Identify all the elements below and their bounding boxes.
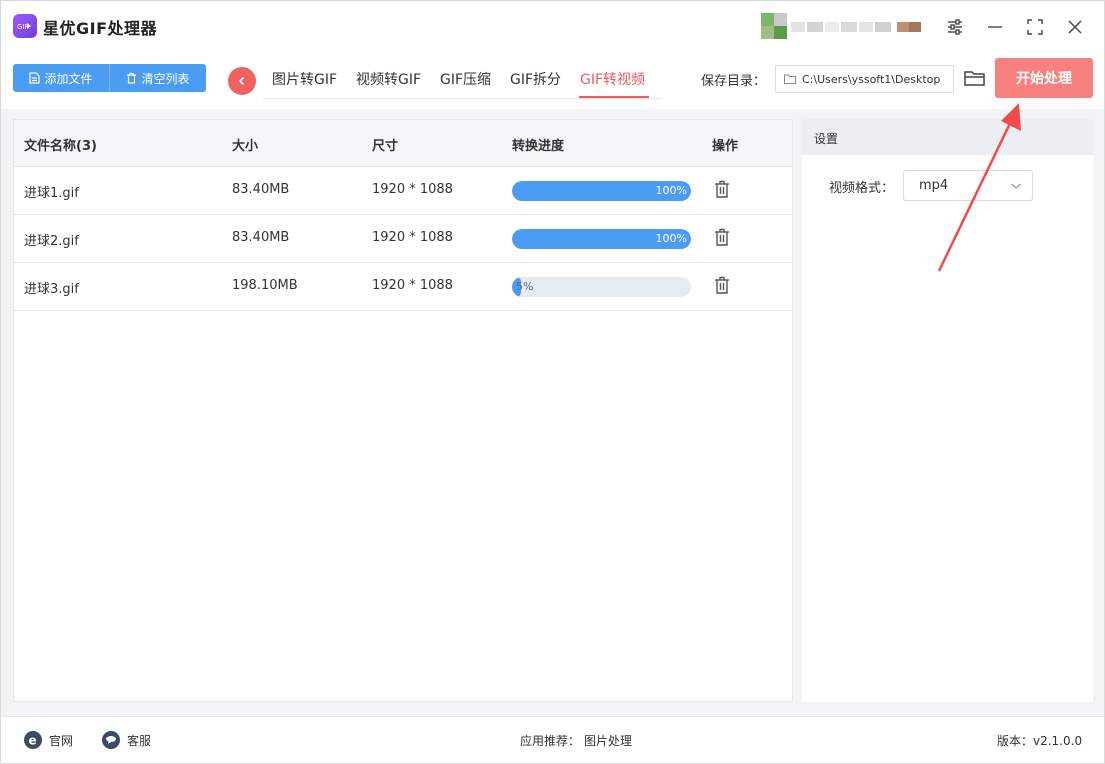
table-row[interactable]: 进球2.gif 83.40MB 1920 * 1088 100% xyxy=(14,215,792,263)
app-window: GIF 星优GIF处理器 添加文件 清空列表 图片转GIF 视频转GIF GIF… xyxy=(0,0,1105,764)
function-tabs: 图片转GIF 视频转GIF GIF压缩 GIF拆分 GIF转视频 xyxy=(263,63,663,99)
save-dir-label: 保存目录： xyxy=(701,74,767,89)
user-avatar[interactable] xyxy=(761,13,787,39)
chevron-left-icon xyxy=(238,76,245,86)
save-path-field[interactable]: C:\Users\yssoft1\Desktop xyxy=(775,65,954,93)
start-processing-button[interactable]: 开始处理 xyxy=(995,58,1093,98)
tab-image-to-gif[interactable]: 图片转GIF xyxy=(272,69,337,89)
maximize-icon[interactable] xyxy=(1021,13,1049,41)
add-file-button[interactable]: 添加文件 xyxy=(13,64,110,92)
minimize-icon[interactable] xyxy=(981,13,1009,41)
clear-list-label: 清空列表 xyxy=(141,71,190,86)
add-file-label: 添加文件 xyxy=(44,71,93,86)
file-name: 进球2.gif xyxy=(24,234,79,249)
folder-small-icon xyxy=(784,74,796,84)
table-row[interactable]: 进球3.gif 198.10MB 1920 * 1088 5% xyxy=(14,263,792,311)
browser-e-icon: e xyxy=(24,731,42,749)
file-dimensions: 1920 * 1088 xyxy=(372,230,453,245)
support-link[interactable]: 客服 xyxy=(101,730,151,750)
progress-label: 100% xyxy=(655,184,687,197)
tab-video-to-gif[interactable]: 视频转GIF xyxy=(356,69,421,89)
header-size: 大小 xyxy=(232,139,259,154)
user-name-blurred xyxy=(791,22,921,32)
settings-title: 设置 xyxy=(814,132,839,146)
tab-gif-compress[interactable]: GIF压缩 xyxy=(440,69,491,89)
delete-trash-icon[interactable] xyxy=(712,275,732,295)
trash-icon xyxy=(127,72,137,84)
file-name: 进球3.gif xyxy=(24,282,79,297)
delete-trash-icon[interactable] xyxy=(712,179,732,199)
active-tab-indicator xyxy=(579,96,649,98)
clear-list-button[interactable]: 清空列表 xyxy=(110,64,206,92)
file-size: 83.40MB xyxy=(232,182,290,197)
close-icon[interactable] xyxy=(1061,13,1089,41)
progress-label: 5% xyxy=(516,280,534,293)
browse-folder-icon[interactable] xyxy=(963,66,987,90)
tabs-scroll-left-button[interactable] xyxy=(228,67,256,95)
svg-text:GIF: GIF xyxy=(17,23,29,31)
recommend-label: 应用推荐： xyxy=(520,734,581,748)
chat-bubble-icon xyxy=(102,731,120,749)
video-format-label: 视频格式： xyxy=(829,181,895,196)
footer-bar: e 官网 客服 应用推荐： 图片处理 版本：v2.1.0.0 xyxy=(1,716,1104,763)
file-icon xyxy=(29,72,41,84)
file-button-group: 添加文件 清空列表 xyxy=(13,64,206,92)
file-dimensions: 1920 * 1088 xyxy=(372,278,453,293)
delete-trash-icon[interactable] xyxy=(712,227,732,247)
website-label: 官网 xyxy=(49,733,74,748)
app-title: 星优GIF处理器 xyxy=(43,19,158,38)
settings-sliders-icon[interactable] xyxy=(941,13,969,41)
table-header: 文件名称(3) 大小 尺寸 转换进度 操作 xyxy=(14,120,792,167)
website-link[interactable]: e 官网 xyxy=(23,730,73,750)
recommend-app-link[interactable]: 图片处理 xyxy=(584,732,632,749)
progress-bar: 100% xyxy=(512,181,691,201)
header-action: 操作 xyxy=(712,139,739,154)
table-row[interactable]: 进球1.gif 83.40MB 1920 * 1088 100% xyxy=(14,167,792,215)
version-label: 版本：v2.1.0.0 xyxy=(997,734,1083,748)
progress-bar: 100% xyxy=(512,229,691,249)
file-size: 198.10MB xyxy=(232,278,298,293)
tab-gif-to-video[interactable]: GIF转视频 xyxy=(580,69,645,89)
svg-text:e: e xyxy=(29,734,37,748)
progress-label: 100% xyxy=(655,232,687,245)
title-bar: GIF 星优GIF处理器 xyxy=(1,1,1104,53)
file-table: 文件名称(3) 大小 尺寸 转换进度 操作 进球1.gif 83.40MB 19… xyxy=(13,119,793,702)
progress-bar: 5% xyxy=(512,277,691,297)
header-filename: 文件名称(3) xyxy=(24,139,97,154)
tab-gif-split[interactable]: GIF拆分 xyxy=(510,69,561,89)
app-logo-icon: GIF xyxy=(13,14,37,38)
header-dimensions: 尺寸 xyxy=(372,139,399,154)
header-progress: 转换进度 xyxy=(512,139,565,154)
annotation-arrow xyxy=(937,103,1021,272)
file-dimensions: 1920 * 1088 xyxy=(372,182,453,197)
save-path-value: C:\Users\yssoft1\Desktop xyxy=(802,72,941,86)
file-size: 83.40MB xyxy=(232,230,290,245)
support-label: 客服 xyxy=(127,733,152,748)
file-name: 进球1.gif xyxy=(24,186,79,201)
